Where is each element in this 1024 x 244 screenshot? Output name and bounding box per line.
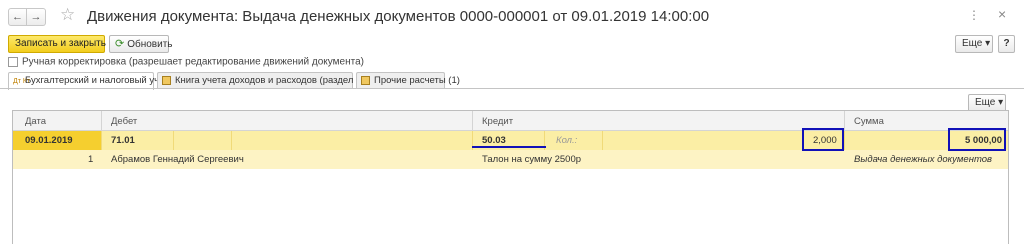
table-header: Дата Дебет Кредит Сумма xyxy=(13,111,1008,131)
col-debit: Дебет xyxy=(111,116,138,127)
tab-label: Книга учета доходов и расходов (раздел I… xyxy=(175,75,377,86)
credit-subconto[interactable]: Талон на сумму 2500р xyxy=(482,154,581,165)
book-icon xyxy=(361,76,370,85)
more-menu-icon[interactable]: ⋮ xyxy=(968,8,980,22)
quantity-highlight-box xyxy=(802,128,844,151)
window-title: Движения документа: Выдача денежных доку… xyxy=(87,8,710,25)
tab-label: Прочие расчеты (1) xyxy=(374,75,460,86)
tab-income-expense-book[interactable]: Книга учета доходов и расходов (раздел I… xyxy=(157,72,376,89)
favorite-star-icon[interactable]: ☆ xyxy=(60,5,75,25)
quantity-placeholder: Кол.: xyxy=(556,135,578,146)
book-icon xyxy=(162,76,171,85)
manual-edit-row[interactable]: Ручная корректировка (разрешает редактир… xyxy=(8,56,364,68)
manual-edit-checkbox[interactable] xyxy=(8,57,18,68)
refresh-button[interactable]: ⟳ Обновить xyxy=(109,35,173,53)
table-row[interactable]: 1 Абрамов Геннадий Сергеевич Талон на су… xyxy=(13,150,1008,169)
col-date: Дата xyxy=(25,116,47,127)
close-icon[interactable]: × xyxy=(998,6,1006,22)
manual-edit-label: Ручная корректировка (разрешает редактир… xyxy=(22,56,364,68)
credit-account[interactable]: 50.03 xyxy=(482,135,506,146)
save-and-close-button[interactable]: Записать и закрыть xyxy=(8,35,106,53)
line-number: 1 xyxy=(88,154,94,165)
more-actions-button[interactable]: Еще ▾ xyxy=(955,35,993,53)
title-bar: ← → ☆ Движения документа: Выдача денежны… xyxy=(0,0,1024,32)
tabs-divider xyxy=(0,88,1024,89)
col-credit: Кредит xyxy=(482,116,514,127)
refresh-icon: ⟳ xyxy=(115,38,125,50)
col-amount: Сумма xyxy=(854,116,884,127)
amount-highlight-box xyxy=(948,128,1006,151)
dt-kt-icon: Дт Кт xyxy=(13,78,31,85)
debit-account[interactable]: 71.01 xyxy=(111,135,135,146)
help-button[interactable]: ? xyxy=(998,35,1015,53)
forward-button[interactable]: → xyxy=(27,8,46,26)
refresh-label: Обновить xyxy=(127,39,173,50)
entries-table: Дата Дебет Кредит Сумма 09.01.2019 71.01… xyxy=(12,110,1009,244)
tab-other-settlements[interactable]: Прочие расчеты (1) xyxy=(356,72,460,89)
credit-account-underline xyxy=(472,146,546,148)
row-date[interactable]: 09.01.2019 xyxy=(25,135,73,146)
entry-content[interactable]: Выдача денежных документов xyxy=(854,154,992,165)
back-button[interactable]: ← xyxy=(8,8,27,26)
debit-subconto[interactable]: Абрамов Геннадий Сергеевич xyxy=(111,154,244,165)
